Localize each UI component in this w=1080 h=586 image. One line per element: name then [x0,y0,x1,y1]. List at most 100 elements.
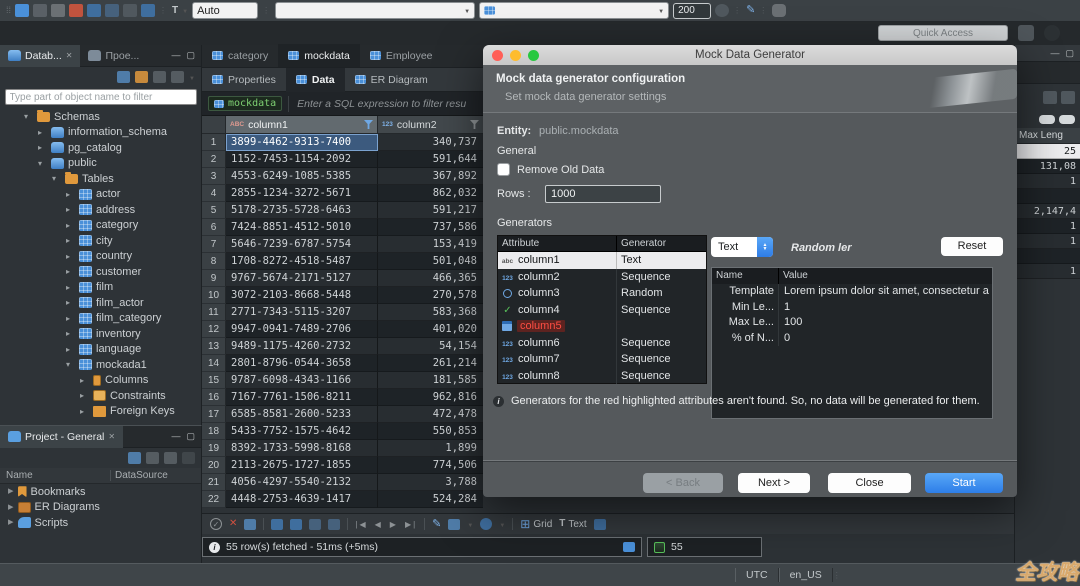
fetch-page-icon[interactable] [432,519,441,530]
add-row-icon[interactable] [271,519,283,530]
column-header-name[interactable]: Name [0,470,110,481]
tree-item[interactable]: ▾ Schemas [0,109,201,125]
property-value[interactable]: 1 [778,300,992,316]
reset-button[interactable]: Reset [941,237,1003,256]
value-column-header[interactable]: Value [778,268,992,284]
column1-cell[interactable]: 2771-7343-5115-3207 [226,304,378,321]
tree-item[interactable]: ▸ pg_catalog [0,140,201,156]
tree-item[interactable]: ▸ actor [0,187,201,203]
row-number-cell[interactable]: 9 [202,270,226,287]
filter-funnel-icon[interactable] [470,120,479,129]
property-row[interactable]: Min Le... 1 [712,300,992,316]
minimize-panel-icon[interactable] [171,50,180,61]
expand-arrow-icon[interactable]: ▸ [80,376,89,385]
grid-view-toggle[interactable]: Grid [520,518,552,531]
editor-subtab[interactable]: Properties [202,68,286,92]
generator-type-combo[interactable]: Text ▲▼ [711,237,773,257]
expand-arrow-icon[interactable]: ▸ [66,283,75,292]
editor-tab[interactable]: mockdata [278,44,360,67]
row-number-cell[interactable]: 1 [202,134,226,151]
editor-subtab[interactable]: Data [286,68,345,92]
property-row[interactable]: % of N... 0 [712,331,992,347]
editor-subtab[interactable]: ER Diagram [345,68,438,92]
tree-item[interactable]: ▸ category [0,218,201,234]
edit-icon[interactable] [746,5,755,16]
project-item[interactable]: Bookmarks [0,484,201,500]
expand-arrow-icon[interactable]: ▸ [38,143,47,152]
maximize-panel-icon[interactable] [1065,48,1074,59]
maximize-panel-icon[interactable] [186,50,195,61]
column2-cell[interactable]: 3,788 [378,474,483,491]
expand-arrow-icon[interactable]: ▸ [66,329,75,338]
property-value[interactable]: 0 [778,331,992,347]
dbeaver-perspective-icon[interactable] [1044,25,1060,41]
attribute-row[interactable]: column4 Sequence [498,302,706,319]
tree-item[interactable]: ▾ public [0,156,201,172]
column2-cell[interactable]: 153,419 [378,236,483,253]
attribute-row[interactable]: column3 Random [498,285,706,302]
locale-indicator[interactable]: en_US [779,568,833,582]
column1-cell[interactable]: 5178-2735-5728-6463 [226,202,378,219]
refresh-icon[interactable] [123,4,137,17]
row-number-cell[interactable]: 10 [202,287,226,304]
open-editor-icon[interactable] [51,4,65,17]
project-item[interactable]: ER Diagrams [0,500,201,516]
expand-arrow-icon[interactable]: ▸ [66,314,75,323]
new-connection-icon[interactable] [15,4,29,17]
tree-item[interactable]: ▸ inventory [0,326,201,342]
result-grid-icon[interactable] [623,542,635,552]
column1-cell[interactable]: 9489-1175-4260-2732 [226,338,378,355]
column1-cell[interactable]: 9947-0941-7489-2706 [226,321,378,338]
collapse-all-icon[interactable] [153,71,166,83]
max-length-cell[interactable]: 2,147,4 [1015,204,1080,219]
fetch-size-field[interactable]: 200 [673,3,711,19]
column2-cell[interactable]: 962,816 [378,389,483,406]
tab-database-navigator[interactable]: Datab... [0,45,80,67]
expand-arrow-icon[interactable]: ▸ [66,252,75,261]
column2-cell[interactable]: 261,214 [378,355,483,372]
column1-cell[interactable]: 7424-8851-4512-5010 [226,219,378,236]
row-number-cell[interactable]: 21 [202,474,226,491]
delete-row-icon[interactable] [309,519,321,530]
generator-column-header[interactable]: Generator [616,236,666,251]
tree-item[interactable]: ▸ address [0,202,201,218]
property-value[interactable]: 100 [778,315,992,331]
row-number-cell[interactable]: 4 [202,185,226,202]
attribute-row[interactable]: column1 Text [498,252,706,269]
max-length-cell[interactable]: 1 [1015,174,1080,189]
duplicate-row-icon[interactable] [290,519,302,530]
tree-item[interactable]: ▸ Columns [0,373,201,389]
row-number-cell[interactable]: 13 [202,338,226,355]
link-icon[interactable] [182,452,195,464]
attribute-row[interactable]: column7 Sequence [498,351,706,368]
column2-cell[interactable]: 1,899 [378,440,483,457]
column2-cell[interactable]: 270,578 [378,287,483,304]
timezone-indicator[interactable]: UTC [735,568,779,582]
expand-arrow-icon[interactable]: ▸ [66,298,75,307]
start-button[interactable]: Start [925,473,1003,493]
grid-corner-cell[interactable] [202,116,226,134]
column1-cell[interactable]: 2113-2675-1727-1855 [226,457,378,474]
column2-cell[interactable]: 466,365 [378,270,483,287]
attribute-row[interactable]: column2 Sequence [498,269,706,286]
row-number-cell[interactable]: 18 [202,423,226,440]
txn-mode-icon[interactable] [172,5,178,16]
link-editor-icon[interactable] [135,71,148,83]
minimize-panel-icon[interactable] [171,431,180,442]
fetch-all-icon[interactable] [448,519,460,530]
column1-cell[interactable]: 9767-5674-2171-5127 [226,270,378,287]
schema-combo[interactable] [479,2,669,19]
cancel-changes-icon[interactable]: ✕ [229,519,237,529]
expand-arrow-icon[interactable]: ▸ [80,391,89,400]
expand-arrow-icon[interactable] [8,517,14,528]
tree-item[interactable]: ▸ country [0,249,201,265]
tree-item[interactable]: ▸ customer [0,264,201,280]
nav-prev-icon[interactable]: ◀ [375,520,383,529]
expand-arrow-icon[interactable]: ▾ [38,159,47,168]
tree-item[interactable]: ▸ information_schema [0,125,201,141]
expand-arrow-icon[interactable]: ▸ [66,190,75,199]
panel-tool-icon[interactable] [1043,91,1057,104]
column1-cell[interactable]: 8392-1733-5998-8168 [226,440,378,457]
column2-cell[interactable]: 591,644 [378,151,483,168]
max-length-cell[interactable] [1015,189,1080,204]
